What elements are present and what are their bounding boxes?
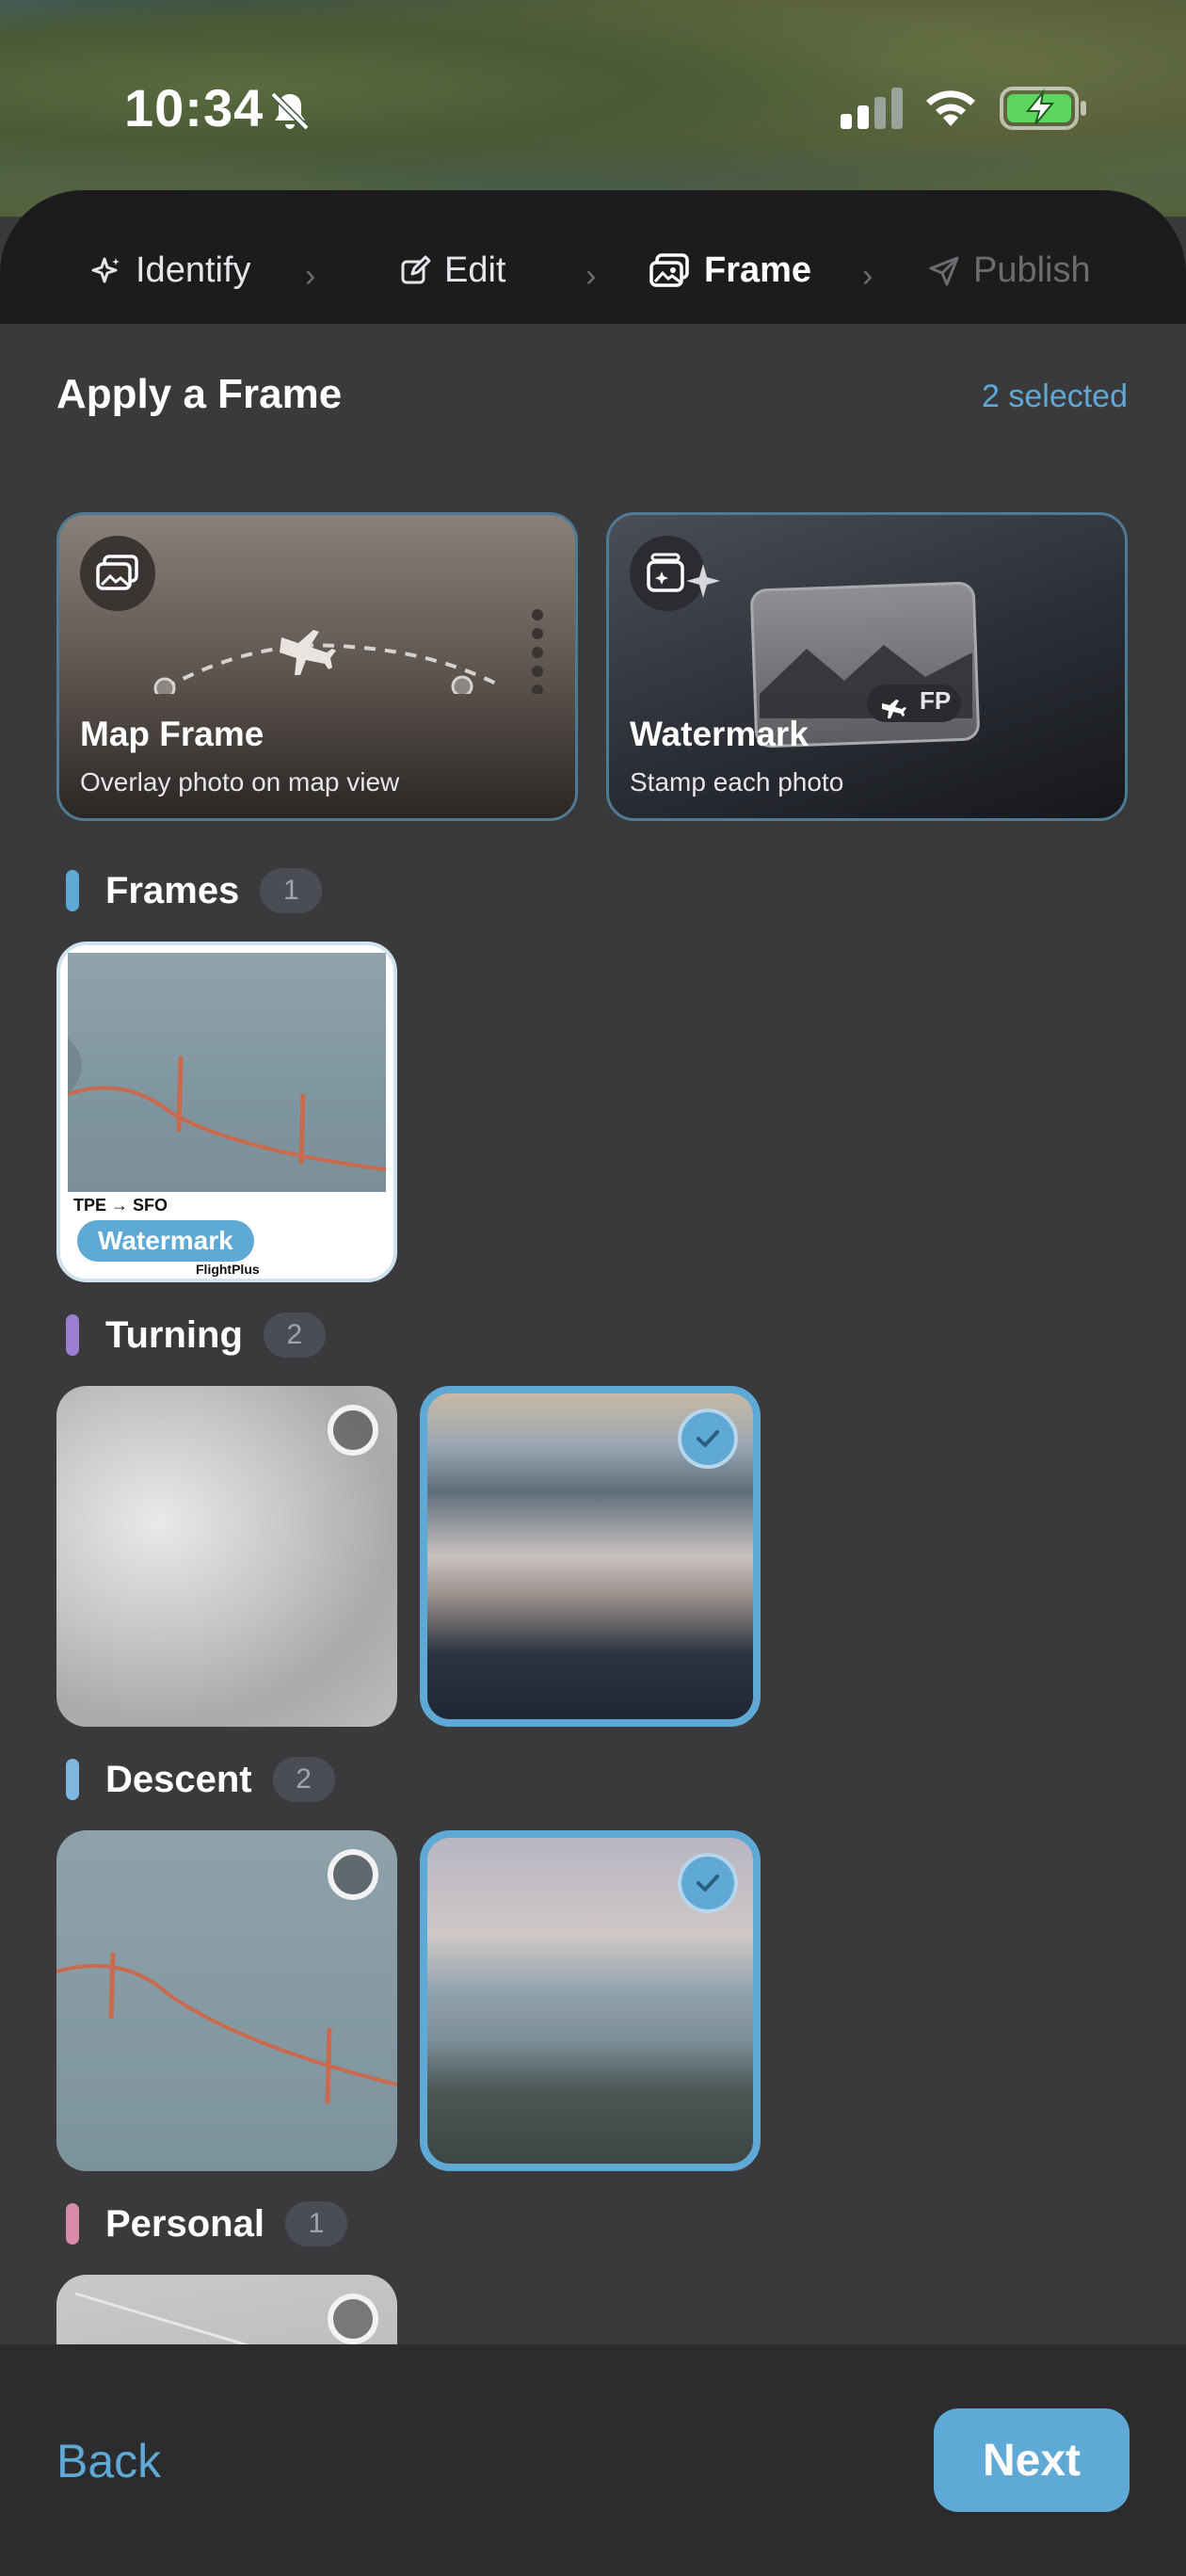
chevron-right-icon: › — [305, 258, 316, 294]
frame-icon — [649, 252, 689, 287]
section-header-turning: Turning 2 — [66, 1312, 326, 1358]
step-label: Publish — [973, 250, 1091, 290]
section-header-descent: Descent 2 — [66, 1757, 335, 1802]
section-label: Frames — [105, 869, 240, 911]
sparkle-icon — [91, 257, 120, 282]
card-subtitle: Overlay photo on map view — [80, 767, 400, 797]
edit-icon — [401, 255, 431, 283]
status-bar: 10:34 — [0, 0, 1186, 179]
chevron-right-icon: › — [862, 258, 873, 294]
photo-thumbnail-selected[interactable] — [420, 1830, 761, 2171]
step-progress-bar: Identify › Edit › Frame › Publish — [0, 190, 1186, 324]
step-edit[interactable]: Edit — [399, 250, 505, 291]
next-button[interactable]: Next — [934, 2408, 1130, 2512]
send-icon — [929, 256, 959, 285]
unselected-radio[interactable] — [328, 2294, 378, 2344]
section-color-bar — [66, 2203, 79, 2245]
flight-path-illustration — [153, 609, 543, 694]
step-identify[interactable]: Identify — [90, 250, 251, 291]
chevron-right-icon: › — [585, 258, 597, 294]
watermark-tag: Watermark — [77, 1220, 254, 1262]
photo-thumbnail[interactable] — [56, 1830, 397, 2171]
card-title: Map Frame — [80, 715, 264, 753]
frame-preview-thumbnail[interactable]: TPE → SFO Watermark FlightPlus — [56, 942, 397, 1282]
frame-photo — [67, 953, 387, 1192]
step-publish[interactable]: Publish — [928, 250, 1091, 291]
section-color-bar — [66, 1314, 79, 1356]
section-header-personal: Personal 1 — [66, 2201, 347, 2246]
card-subtitle: Stamp each photo — [630, 767, 844, 797]
bell-muted-icon — [270, 91, 310, 131]
frame-route: TPE → SFO — [73, 1196, 168, 1215]
section-label: Descent — [105, 1758, 252, 1800]
step-label: Edit — [444, 250, 506, 290]
unselected-radio[interactable] — [328, 1405, 378, 1456]
photo-thumbnail[interactable] — [56, 1386, 397, 1727]
card-title: Watermark — [630, 715, 809, 753]
section-color-bar — [66, 1759, 79, 1800]
photos-icon — [80, 536, 155, 611]
wifi-icon — [926, 90, 975, 126]
unselected-radio[interactable] — [328, 1849, 378, 1900]
step-frame[interactable]: Frame — [649, 250, 811, 291]
watermark-badge-text: FP — [920, 686, 952, 715]
page-title: Apply a Frame — [56, 371, 343, 417]
section-label: Personal — [105, 2202, 264, 2245]
bottom-sheet: Identify › Edit › Frame › Publish Apply … — [0, 190, 1186, 2576]
step-label: Frame — [704, 250, 812, 290]
section-count: 1 — [284, 2201, 347, 2246]
section-count: 1 — [260, 868, 323, 913]
photo-thumbnail-selected[interactable] — [420, 1386, 761, 1727]
section-count: 2 — [272, 1757, 335, 1802]
section-count: 2 — [263, 1312, 326, 1358]
cellular-signal-icon — [841, 88, 903, 129]
battery-charging-icon — [1000, 87, 1086, 130]
section-header-frames: Frames 1 — [66, 868, 323, 913]
step-label: Identify — [136, 250, 251, 290]
section-color-bar — [66, 870, 79, 911]
watermark-card[interactable]: FP Watermark Stamp each photo — [606, 512, 1128, 821]
sparkle-icon — [686, 564, 720, 598]
section-label: Turning — [105, 1313, 243, 1356]
frame-brand: FlightPlus — [196, 1262, 260, 1277]
checkmark-icon[interactable] — [678, 1853, 738, 1913]
map-frame-card[interactable]: Map Frame Overlay photo on map view — [56, 512, 578, 821]
back-button[interactable]: Back — [56, 2434, 161, 2488]
status-time: 10:34 — [124, 78, 264, 137]
checkmark-icon[interactable] — [678, 1409, 738, 1469]
selected-count: 2 selected — [982, 378, 1128, 414]
